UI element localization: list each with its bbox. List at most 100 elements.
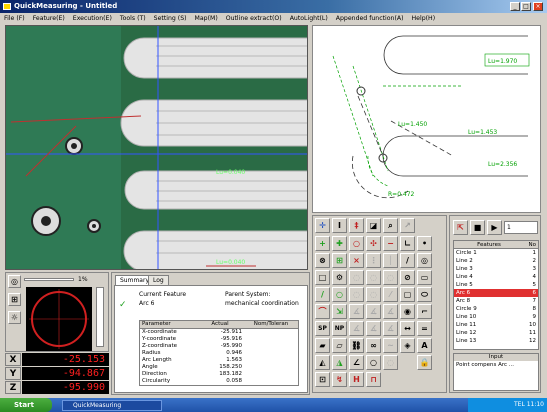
eraser-tool-button[interactable]: ◈ [400, 338, 415, 353]
edge-point-button[interactable]: ✚ [332, 236, 347, 251]
grid-icon[interactable]: ⊞ [8, 293, 21, 306]
origin-tool-button[interactable]: ◉ [400, 304, 415, 319]
light-slider[interactable] [96, 287, 104, 347]
menu-execution[interactable]: Execution(E) [73, 15, 112, 22]
menu-setting[interactable]: Setting (S) [154, 15, 187, 22]
rect-tool-button[interactable]: ▢ [400, 287, 415, 302]
feature-list-item[interactable]: Line 5 5 [454, 281, 538, 289]
fade7-tool-button[interactable]: ∡ [349, 304, 364, 319]
fade3-tool-button[interactable]: ◌ [383, 270, 398, 285]
triangle-tool-button[interactable]: ◭ [315, 355, 330, 370]
delete-tool-button[interactable]: × [349, 253, 364, 268]
font-tool-button[interactable]: A [417, 338, 432, 353]
menu-file[interactable]: File (F) [4, 15, 25, 22]
feature-list-item[interactable]: Line 13 12 [454, 337, 538, 345]
cad-view[interactable]: Lu=1.970 Lu=1.450 Lu=1.453 Lu=2.356 R=0.… [312, 25, 541, 213]
target-tool-button[interactable]: ⊗ [315, 253, 330, 268]
offset-tool-button[interactable]: ◮ [332, 355, 347, 370]
export-button[interactable]: ⇱ [453, 220, 468, 235]
zoom-dial-icon[interactable]: ◎ [8, 275, 21, 288]
rounded-tool-button[interactable]: ▭ [417, 270, 432, 285]
circle-probe-button[interactable]: ○ [349, 236, 364, 251]
light-icon[interactable]: ☼ [8, 311, 21, 324]
point-tool-button[interactable]: + [315, 236, 330, 251]
vline-tool-button[interactable]: │ [383, 253, 398, 268]
feature-list-item[interactable]: Line 11 10 [454, 321, 538, 329]
fade6-tool-button[interactable]: ⁄ [383, 287, 398, 302]
menu-autolight[interactable]: AutoLight(L) [290, 15, 328, 22]
feature-list-item[interactable]: Circle 1 1 [454, 249, 538, 257]
angle-tool-button[interactable]: ∟ [400, 236, 415, 251]
tab-log[interactable]: Log [148, 275, 169, 285]
distance-fit-button[interactable]: ⇲ [332, 304, 347, 319]
circle-fit-button[interactable]: ○ [332, 287, 347, 302]
maximize-button[interactable]: □ [521, 2, 531, 11]
chain-tool-button[interactable]: ⛓ [349, 338, 364, 353]
move-tool-button[interactable]: ✛ [315, 218, 330, 233]
feature-list-item[interactable]: Line 12 11 [454, 329, 538, 337]
fade5-tool-button[interactable]: ◌ [366, 287, 381, 302]
angle-probe-button[interactable]: ∠ [349, 355, 364, 370]
corner-tool-button[interactable]: ⌐ [417, 304, 432, 319]
frame-tool-button[interactable]: ⊡ [315, 372, 330, 387]
feature-list-item[interactable]: Line 10 9 [454, 313, 538, 321]
rings-tool-button[interactable]: ∞ [366, 338, 381, 353]
align1-tool-button[interactable]: ▰ [315, 338, 330, 353]
width-tool-button[interactable]: ↔ [400, 321, 415, 336]
pin-tool-button[interactable]: ‡ [349, 218, 364, 233]
feature-list-item[interactable]: Circle 9 8 [454, 305, 538, 313]
menu-map[interactable]: Map(M) [195, 15, 218, 22]
arc-fit-button[interactable]: ⌒ [315, 304, 330, 319]
feature-list-item[interactable]: Arc 8 7 [454, 297, 538, 305]
lock-icon[interactable]: 🔒 [417, 355, 432, 370]
fade1-tool-button[interactable]: ◌ [349, 270, 364, 285]
align2-tool-button[interactable]: ▱ [332, 338, 347, 353]
sym-tool-button[interactable]: ↯ [332, 372, 347, 387]
feature-list-item[interactable]: Line 3 3 [454, 265, 538, 273]
fade10-tool-button[interactable]: ∡ [349, 321, 364, 336]
fade14-tool-button[interactable]: ◌ [383, 355, 398, 370]
ring-tool-button[interactable]: ◎ [417, 253, 432, 268]
grid-tool-button[interactable]: ⋮ [366, 253, 381, 268]
cross-tool-button[interactable]: ✣ [366, 236, 381, 251]
close-button[interactable]: × [533, 2, 543, 11]
start-button[interactable]: Start [0, 398, 52, 412]
zoom-tool-button[interactable]: ⌕ [383, 218, 398, 233]
square-tool-button[interactable]: □ [315, 270, 330, 285]
ellipse-tool-button[interactable]: ⊘ [400, 270, 415, 285]
menu-appended-function[interactable]: Appended function(A) [336, 15, 404, 22]
minimize-button[interactable]: _ [510, 2, 520, 11]
menu-outline-extract[interactable]: Outline extract(O) [226, 15, 282, 22]
box-tool-button[interactable]: ⊞ [332, 253, 347, 268]
menu-help[interactable]: Help(H) [412, 15, 436, 22]
step-spinner[interactable]: 1 [504, 221, 538, 234]
line-tool-button[interactable]: − [383, 236, 398, 251]
input-panel[interactable]: Input Point compens Arc ... [453, 353, 539, 391]
oval-tool-button[interactable]: ⬭ [417, 287, 432, 302]
cursor-tool-button[interactable]: I [332, 218, 347, 233]
menu-tools[interactable]: Tools (T) [120, 15, 146, 22]
fade11-tool-button[interactable]: ∡ [366, 321, 381, 336]
camera-view[interactable]: Lu=0.040 Lu=0.040 [5, 25, 308, 270]
feature-list-item[interactable]: Line 4 4 [454, 273, 538, 281]
dot-tool-button[interactable]: • [417, 236, 432, 251]
np-tool-button[interactable]: NP [332, 321, 347, 336]
gear-tool-button[interactable]: ⚙ [332, 270, 347, 285]
region-tool-button[interactable]: ⊓ [366, 372, 381, 387]
h-tool-button[interactable]: H [349, 372, 364, 387]
equal-tool-button[interactable]: = [417, 321, 432, 336]
fade2-tool-button[interactable]: ◌ [366, 270, 381, 285]
fade13-tool-button[interactable]: ~ [383, 338, 398, 353]
zoom-slider[interactable] [24, 278, 74, 281]
sp-tool-button[interactable]: SP [315, 321, 330, 336]
menu-feature[interactable]: Feature(E) [33, 15, 65, 22]
feature-list-item[interactable]: Arc 6 6 [454, 289, 538, 297]
feature-list[interactable]: Features No Circle 1 1 Line 2 2 Line 3 3 Line … [453, 240, 539, 350]
line-fit-button[interactable]: / [315, 287, 330, 302]
tag-tool-button[interactable]: ◪ [366, 218, 381, 233]
measure-tool-button[interactable]: ↗ [400, 218, 415, 233]
taskbar-app-button[interactable]: QuickMeasuring [62, 400, 162, 411]
fade12-tool-button[interactable]: ∡ [383, 321, 398, 336]
slash-tool-button[interactable]: / [400, 253, 415, 268]
fade4-tool-button[interactable]: ◌ [349, 287, 364, 302]
